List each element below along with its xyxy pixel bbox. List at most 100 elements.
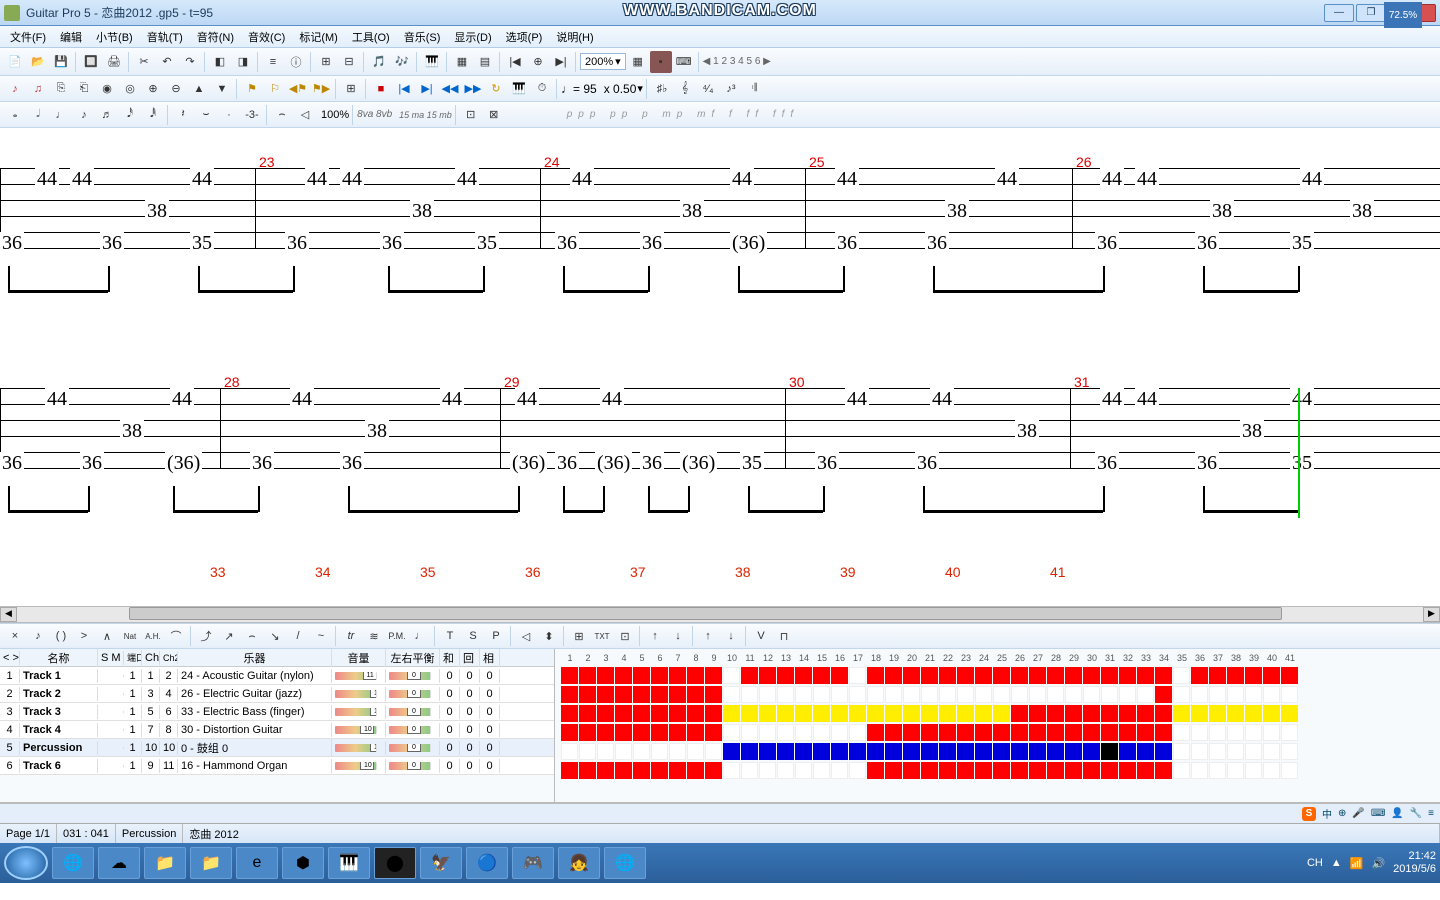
track-row[interactable]: 1Track 111224 - Acoustic Guitar (nylon)1…	[0, 667, 554, 685]
taskbar-app[interactable]: 🎹	[328, 847, 370, 879]
toolbar-button[interactable]: ▤	[474, 51, 496, 73]
tray-icon[interactable]: ▲	[1331, 857, 1342, 869]
grace[interactable]: ↗	[218, 625, 240, 647]
menu-item[interactable]: 音符(N)	[191, 26, 240, 48]
pick-down[interactable]: V	[750, 625, 772, 647]
chord-button[interactable]: ⊞	[568, 625, 590, 647]
start-button[interactable]	[4, 846, 48, 880]
taskbar-app[interactable]: ☁	[98, 847, 140, 879]
note-32nd[interactable]: 𝅘𝅥𝅰	[119, 104, 141, 126]
dead-note[interactable]: ×	[4, 625, 26, 647]
palm-mute[interactable]: P.M.	[386, 625, 408, 647]
track-button[interactable]: ⊕	[142, 78, 164, 100]
effect-button[interactable]: ⊠	[483, 104, 505, 126]
pick-up[interactable]: ⊓	[773, 625, 795, 647]
matrix-row[interactable]	[561, 705, 1434, 723]
toolbar-button[interactable]: ⊞	[315, 51, 337, 73]
dynamics-labels[interactable]: ppp pp p mp mf f ff fff	[567, 109, 800, 120]
menu-item[interactable]: 音乐(S)	[398, 26, 447, 48]
toolbar-button[interactable]: ▦	[451, 51, 473, 73]
info-button[interactable]: ⓘ	[285, 51, 307, 73]
triplet-feel[interactable]: ♪³	[720, 78, 742, 100]
marker-prev[interactable]: ◀⚑	[287, 78, 309, 100]
track-row[interactable]: 4Track 417830 - Distortion Guitar100000	[0, 721, 554, 739]
tray-icon[interactable]: CH	[1307, 857, 1323, 869]
rewind-button[interactable]: ◀◀	[439, 78, 461, 100]
forward-button[interactable]: ▶▶	[462, 78, 484, 100]
matrix-row[interactable]	[561, 724, 1434, 742]
dynamic-button[interactable]: ⌢	[271, 104, 293, 126]
ime-icon[interactable]: ≡	[1428, 808, 1434, 819]
stop-button[interactable]: ■	[370, 78, 392, 100]
octave-labels[interactable]: 8va 8vb	[357, 109, 392, 120]
repeat-button[interactable]: 𝄇	[743, 78, 765, 100]
slide[interactable]: ↘	[264, 625, 286, 647]
toolbar-button[interactable]: ▦	[627, 51, 649, 73]
track-row[interactable]: 2Track 213426 - Electric Guitar (jazz)14…	[0, 685, 554, 703]
toolbar-button[interactable]: ◧	[209, 51, 231, 73]
tray-icon[interactable]: 📶	[1350, 857, 1364, 870]
ime-icon[interactable]: ⌨	[1371, 808, 1385, 819]
new-button[interactable]: 📄	[4, 51, 26, 73]
toolbar-button[interactable]: 🎹	[421, 51, 443, 73]
bend[interactable]: ⤴	[195, 625, 217, 647]
dot-button[interactable]: ·	[218, 104, 240, 126]
toolbar-button[interactable]: 🎶	[391, 51, 413, 73]
tempo-value[interactable]: = 95	[573, 82, 597, 96]
taskbar-app[interactable]: 🌐	[604, 847, 646, 879]
menu-item[interactable]: 文件(F)	[4, 26, 52, 48]
loop-button[interactable]: ↻	[485, 78, 507, 100]
toolbar-button[interactable]: 🎵	[368, 51, 390, 73]
track-row[interactable]: 5Percussion110100 - 鼓组 0140000	[0, 739, 554, 757]
tie-button[interactable]: ⌣	[195, 104, 217, 126]
matrix-row[interactable]	[561, 762, 1434, 780]
time-sig[interactable]: ⁴⁄₄	[697, 78, 719, 100]
toolbar-button[interactable]: ⊞	[340, 78, 362, 100]
note-16th[interactable]: ♬	[96, 104, 118, 126]
print-button[interactable]: 🖨	[103, 51, 125, 73]
play-button[interactable]: ▶|	[416, 78, 438, 100]
fade-in[interactable]: ◁	[515, 625, 537, 647]
down-button[interactable]: ↓	[720, 625, 742, 647]
stroke[interactable]: ⬍	[538, 625, 560, 647]
minimize-button[interactable]: —	[1324, 4, 1354, 22]
octave-nums[interactable]: 15 ma 15 mb	[399, 110, 452, 120]
upstroke[interactable]: ↑	[644, 625, 666, 647]
metronome-button[interactable]: 🎹	[508, 78, 530, 100]
track-button[interactable]: ♫	[27, 78, 49, 100]
fade-button[interactable]: ◁	[294, 104, 316, 126]
taskbar-app[interactable]: 🔵	[466, 847, 508, 879]
menu-item[interactable]: 标记(M)	[293, 26, 344, 48]
note-half[interactable]: 𝅗𝅥	[27, 104, 49, 126]
taskbar-app[interactable]: 📁	[144, 847, 186, 879]
ime-toolbar[interactable]: S 中 ⊕ 🎤 ⌨ 👤 🔧 ≡	[0, 803, 1440, 823]
save-button[interactable]: 💾	[50, 51, 72, 73]
harmonic-nat[interactable]: Nat	[119, 625, 141, 647]
track-row[interactable]: 3Track 315633 - Electric Bass (finger)14…	[0, 703, 554, 721]
let-ring[interactable]: ⌒	[165, 625, 187, 647]
keyboard-button[interactable]: ⌨	[673, 51, 695, 73]
track-button[interactable]: ⊖	[165, 78, 187, 100]
effect-button[interactable]: ⊡	[460, 104, 482, 126]
countdown-button[interactable]: ⏱	[531, 78, 553, 100]
props-button[interactable]: ≡	[262, 51, 284, 73]
zoom-select[interactable]: 200% ▾	[580, 53, 626, 70]
menu-item[interactable]: 显示(D)	[448, 26, 497, 48]
staccato[interactable]: ♩	[409, 625, 431, 647]
taskbar-app[interactable]: ⬢	[282, 847, 324, 879]
taskbar-app[interactable]: 👧	[558, 847, 600, 879]
scroll-left-button[interactable]: ◀	[0, 607, 17, 622]
taskbar-ie[interactable]: e	[236, 847, 278, 879]
up-button[interactable]: ↑	[697, 625, 719, 647]
clef-button[interactable]: 𝄞	[674, 78, 696, 100]
trill[interactable]: tr	[340, 625, 362, 647]
tapping[interactable]: T	[439, 625, 461, 647]
track-button[interactable]: ▲	[188, 78, 210, 100]
taskbar-app[interactable]: 🦅	[420, 847, 462, 879]
menu-item[interactable]: 音轨(T)	[141, 26, 189, 48]
track-button[interactable]: ♪	[4, 78, 26, 100]
hammer[interactable]: ⌢	[241, 625, 263, 647]
browse-button[interactable]: 🔲	[80, 51, 102, 73]
heavy-accent[interactable]: ∧	[96, 625, 118, 647]
key-button[interactable]: ♯♭	[651, 78, 673, 100]
